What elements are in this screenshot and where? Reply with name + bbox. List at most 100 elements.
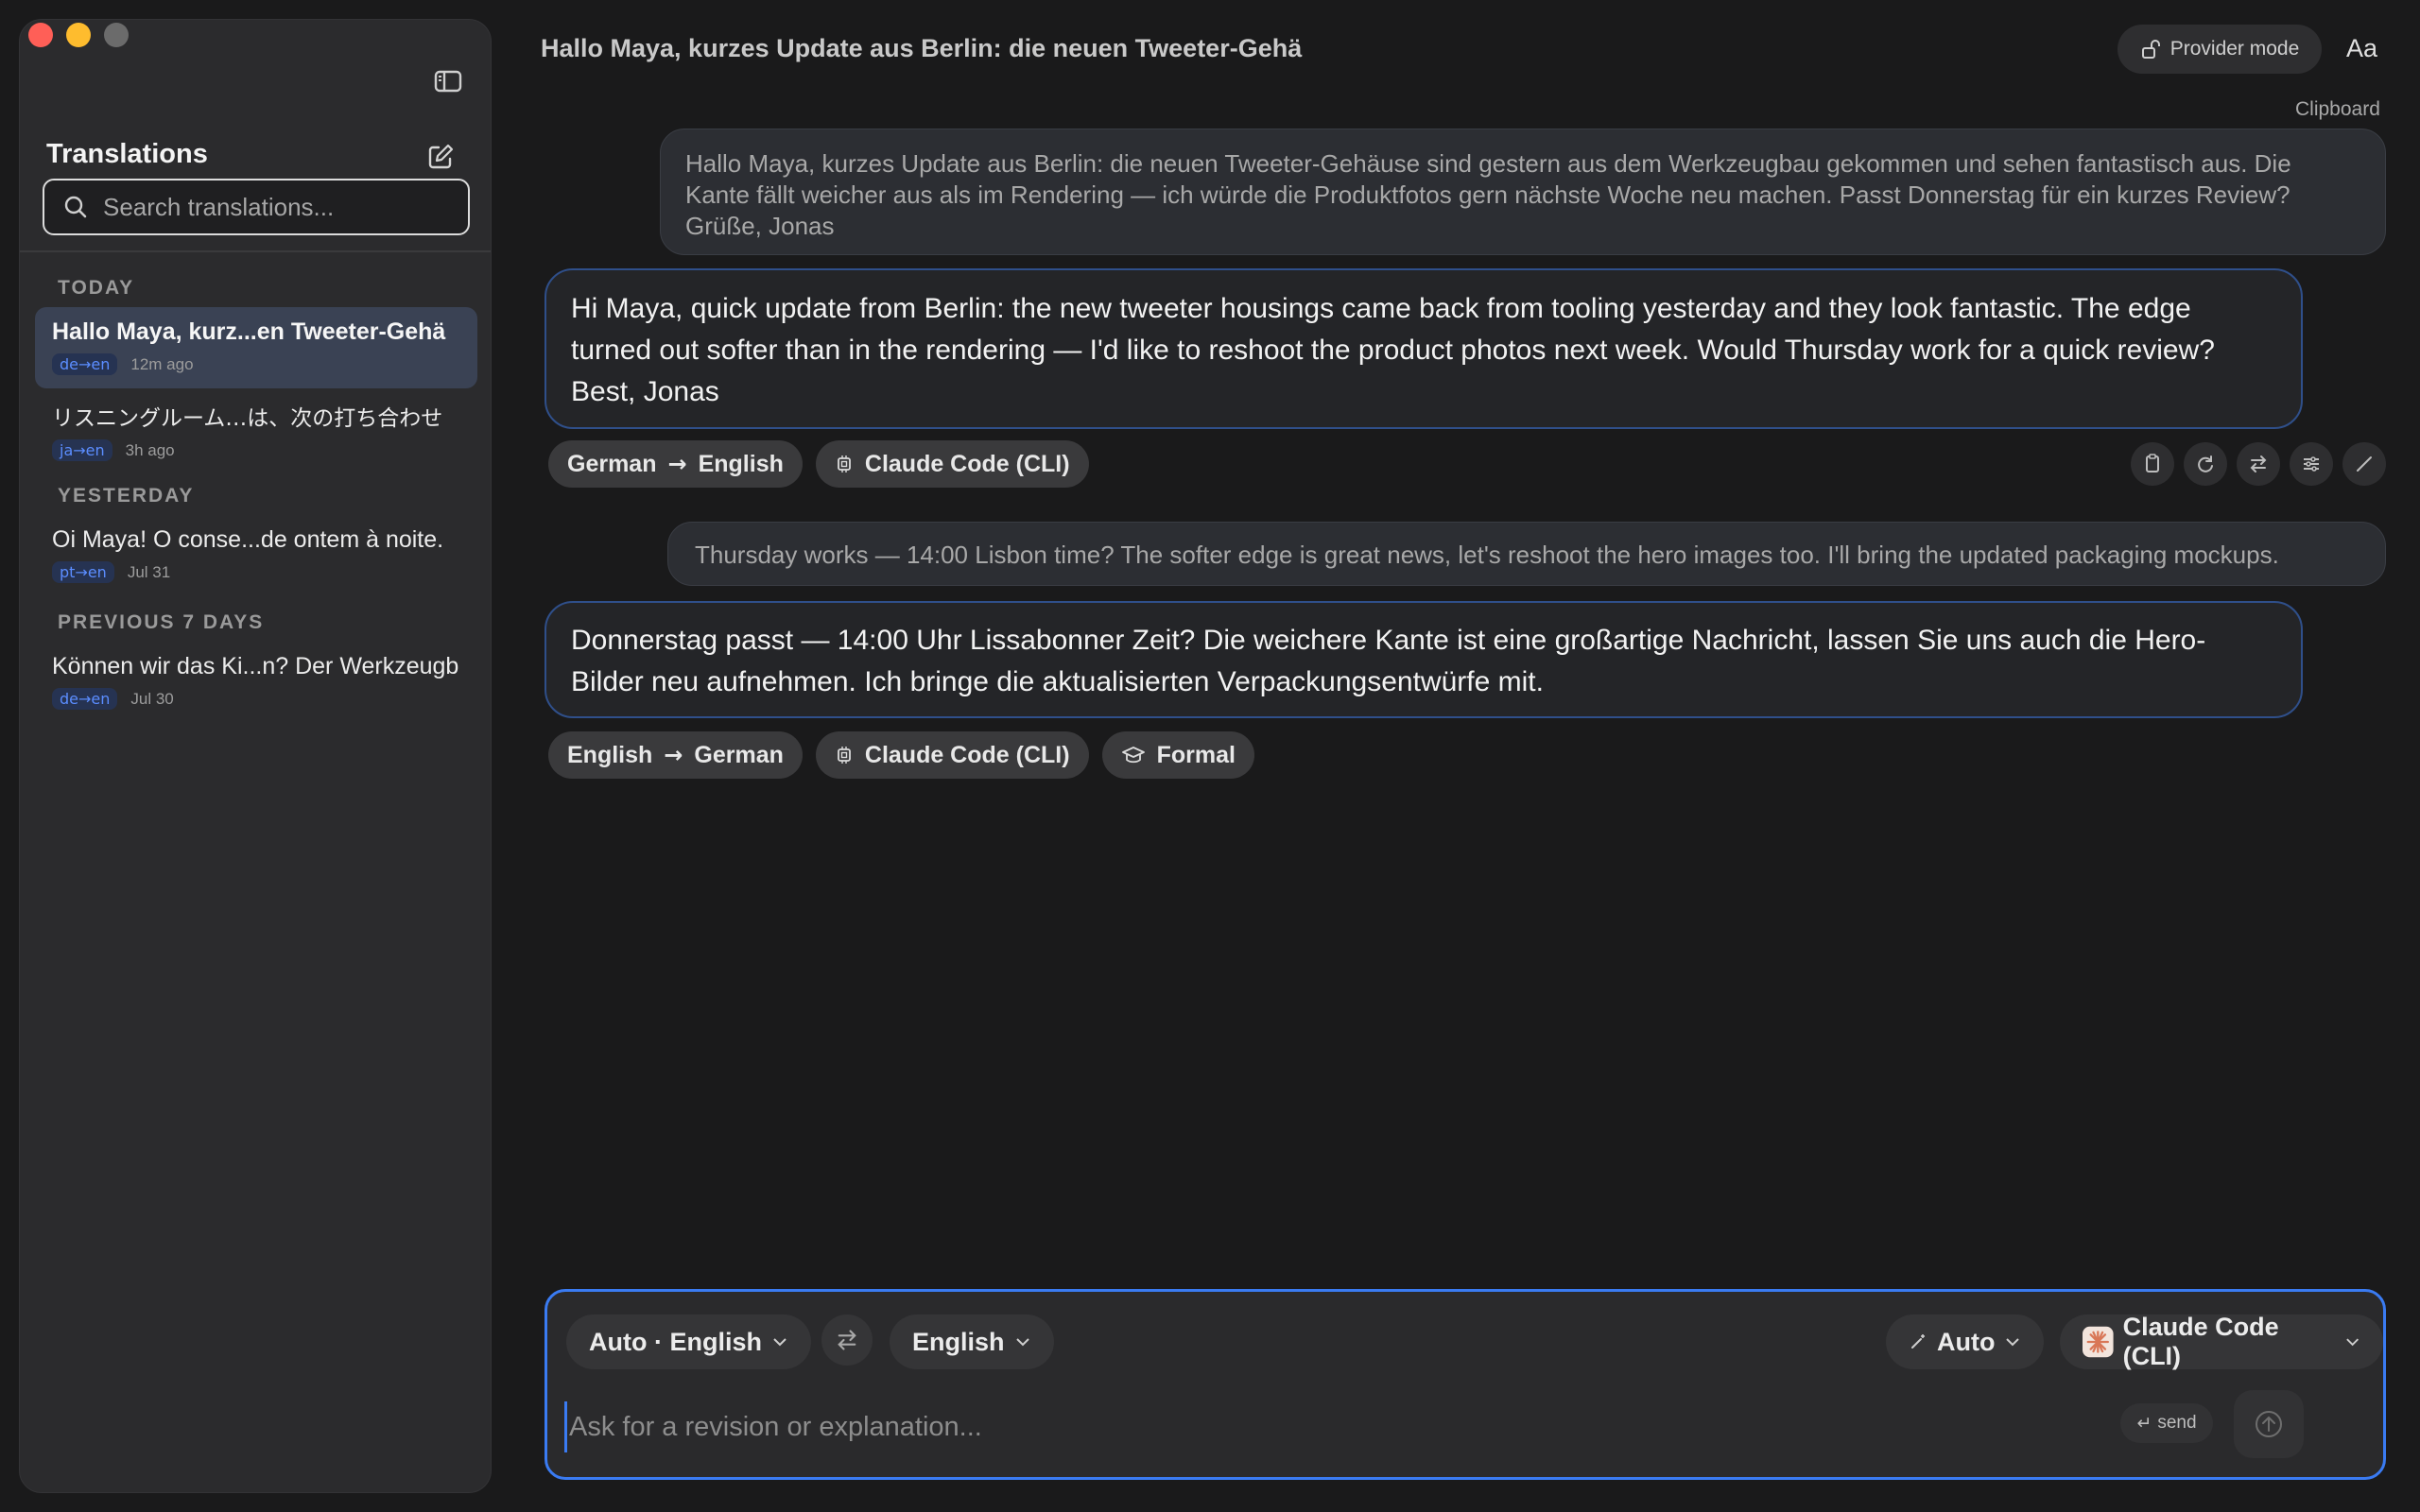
edit-button[interactable] <box>2342 442 2386 486</box>
provider-select[interactable]: Claude Code (CLI) <box>2060 1313 2383 1370</box>
sidebar: Translations TODAY Hallo Maya, kurz...en… <box>19 19 492 1493</box>
history-item-time: 12m ago <box>130 354 194 373</box>
copy-button[interactable] <box>2131 442 2174 486</box>
sidebar-title: Translations <box>46 139 208 169</box>
history-item-title: リスニングルーム…は、次の打ち合わせ <box>52 406 443 431</box>
tone-label: Formal <box>1156 741 1236 768</box>
revision-input[interactable] <box>564 1401 2134 1452</box>
source-text-bubble: Hallo Maya, kurzes Update aus Berlin: di… <box>660 129 2386 255</box>
swap-icon <box>2250 455 2267 472</box>
target-language-value: English <box>912 1327 1005 1356</box>
translation-bubble[interactable]: Donnerstag passt — 14:00 Uhr Lissabonner… <box>544 601 2303 718</box>
chevron-down-icon <box>2345 1338 2359 1347</box>
source-language-select[interactable]: Auto · English <box>566 1314 811 1369</box>
claude-logo-icon <box>2083 1326 2114 1358</box>
return-key-icon: ↵ <box>2136 1413 2152 1434</box>
swap-direction-button[interactable] <box>2237 442 2280 486</box>
translation-text: Hi Maya, quick update from Berlin: the n… <box>571 293 2215 407</box>
provider-mode-button[interactable]: Provider mode <box>2118 25 2322 74</box>
send-shortcut-hint: ↵ send <box>2120 1403 2213 1443</box>
chip-processor-icon <box>837 747 851 764</box>
history-item-time: Jul 31 <box>127 562 171 581</box>
main-panel: Hallo Maya, kurzes Update aus Berlin: di… <box>510 0 2420 1512</box>
translation-text: Donnerstag passt — 14:00 Uhr Lissabonner… <box>571 625 2206 697</box>
source-text-bubble: Thursday works — 14:00 Lisbon time? The … <box>667 522 2386 586</box>
sliders-icon <box>2304 456 2319 472</box>
maximize-window-button[interactable] <box>104 23 129 47</box>
from-language: English <box>567 741 653 768</box>
provider-value: Claude Code (CLI) <box>2122 1313 2279 1370</box>
history-item[interactable]: リスニングルーム…は、次の打ち合わせ ja→en 3h ago <box>35 388 477 470</box>
to-language: English <box>698 450 784 477</box>
translation-bubble[interactable]: Hi Maya, quick update from Berlin: the n… <box>544 268 2303 429</box>
magic-wand-icon <box>1911 1334 1925 1349</box>
mode-value: Auto <box>1937 1327 1996 1356</box>
sidebar-toggle-icon <box>434 70 462 93</box>
adjust-button[interactable] <box>2290 442 2333 486</box>
compose-icon <box>428 144 454 169</box>
history-item-title: Oi Maya! O conse...de ontem à noite. <box>52 526 444 553</box>
mode-select[interactable]: Auto <box>1886 1314 2045 1369</box>
language-pair-badge: ja→en <box>52 439 112 461</box>
font-size-button[interactable]: Aa <box>2346 34 2377 63</box>
language-direction-chip[interactable]: German → English <box>548 440 803 488</box>
chevron-down-icon <box>2006 1338 2020 1347</box>
conversation-title: Hallo Maya, kurzes Update aus Berlin: di… <box>541 34 1303 62</box>
translation-toolbar <box>2131 442 2386 486</box>
send-hint-label: send <box>2157 1413 2197 1433</box>
retry-button[interactable] <box>2184 442 2227 486</box>
send-button[interactable] <box>2234 1390 2304 1458</box>
history-list: TODAY Hallo Maya, kurz...en Tweeter-Gehä… <box>20 269 491 723</box>
new-translation-button[interactable] <box>424 141 458 175</box>
minimize-window-button[interactable] <box>66 23 91 47</box>
search-icon <box>64 196 87 218</box>
history-item[interactable]: Hallo Maya, kurz...en Tweeter-Gehä de→en… <box>35 307 477 388</box>
refresh-icon <box>2198 455 2213 472</box>
unlock-icon <box>2141 40 2160 59</box>
language-direction-chip[interactable]: English → German <box>548 731 803 779</box>
history-item-title: Können wir das Ki...n? Der Werkzeugb <box>52 653 459 679</box>
language-pair-badge: de→en <box>52 688 118 710</box>
search-box <box>43 179 470 235</box>
provider-mode-label: Provider mode <box>2169 38 2300 60</box>
swap-icon <box>838 1330 856 1350</box>
from-language: German <box>567 450 657 477</box>
history-item-time: Jul 30 <box>130 689 174 708</box>
language-pair-badge: pt→en <box>52 561 114 583</box>
pencil-icon <box>2357 456 2372 472</box>
target-language-select[interactable]: English <box>890 1314 1054 1369</box>
copy-icon <box>2146 454 2159 472</box>
arrow-right-icon: → <box>664 742 683 768</box>
composer: Auto · English English Auto Claude Code … <box>544 1289 2386 1480</box>
section-label-yesterday: YESTERDAY <box>58 485 195 507</box>
source-text: Thursday works — 14:00 Lisbon time? The … <box>695 541 2279 569</box>
language-pair-badge: de→en <box>52 353 118 375</box>
to-language: German <box>694 741 784 768</box>
source-language-value: Auto · English <box>589 1327 762 1356</box>
window-controls <box>28 23 129 47</box>
sidebar-toggle-button[interactable] <box>434 69 472 97</box>
graduation-cap-icon <box>1121 747 1145 764</box>
section-label-today: TODAY <box>58 277 135 299</box>
history-item-title: Hallo Maya, kurz...en Tweeter-Gehä <box>52 318 446 345</box>
history-item-time: 3h ago <box>125 440 175 459</box>
close-window-button[interactable] <box>28 23 53 47</box>
swap-languages-button[interactable] <box>821 1314 873 1366</box>
provider-name: Claude Code (CLI) <box>864 450 1070 477</box>
sidebar-divider <box>20 250 491 252</box>
arrow-right-icon: → <box>667 451 687 477</box>
chevron-down-icon <box>773 1338 786 1347</box>
arrow-up-circle-icon <box>2256 1411 2282 1437</box>
provider-chip[interactable]: Claude Code (CLI) <box>815 440 1089 488</box>
provider-chip[interactable]: Claude Code (CLI) <box>815 731 1089 779</box>
search-input[interactable] <box>103 192 462 222</box>
history-item[interactable]: Oi Maya! O conse...de ontem à noite. pt→… <box>35 515 477 596</box>
tone-chip[interactable]: Formal <box>1101 731 1254 779</box>
clipboard-label: Clipboard <box>2295 98 2380 120</box>
translation-meta-chips: English → German Claude Code (CLI) Forma… <box>548 731 1254 779</box>
translation-meta-chips: German → English Claude Code (CLI) <box>548 440 1089 488</box>
chevron-down-icon <box>1015 1338 1029 1347</box>
section-label-previous-7-days: PREVIOUS 7 DAYS <box>58 611 265 633</box>
source-text: Hallo Maya, kurzes Update aus Berlin: di… <box>685 149 2291 240</box>
history-item[interactable]: Können wir das Ki...n? Der Werkzeugb de→… <box>35 642 477 723</box>
